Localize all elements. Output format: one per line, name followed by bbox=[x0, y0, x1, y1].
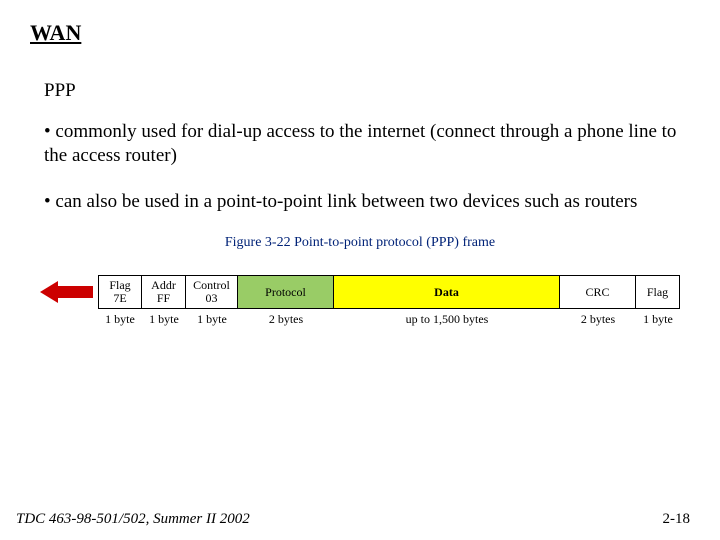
footer-left: TDC 463-98-501/502, Summer II 2002 bbox=[16, 511, 250, 528]
field-data: Data bbox=[334, 275, 560, 309]
field-value: 7E bbox=[113, 292, 126, 305]
field-size: 1 byte bbox=[186, 309, 238, 327]
field-size: 1 byte bbox=[98, 309, 142, 327]
field-flag-end: Flag bbox=[636, 275, 680, 309]
field-crc: CRC bbox=[560, 275, 636, 309]
slide-subtitle: PPP bbox=[44, 80, 690, 102]
field-size: 2 bytes bbox=[560, 309, 636, 327]
field-control: Control 03 bbox=[186, 275, 238, 309]
field-flag: Flag 7E bbox=[98, 275, 142, 309]
field-size: 2 bytes bbox=[238, 309, 334, 327]
field-size: 1 byte bbox=[142, 309, 186, 327]
field-size: 1 byte bbox=[636, 309, 680, 327]
field-label: Protocol bbox=[265, 286, 306, 299]
bullet-2: • can also be used in a point-to-point l… bbox=[44, 190, 684, 214]
slide-title: WAN bbox=[30, 20, 690, 46]
figure-caption: Figure 3-22 Point-to-point protocol (PPP… bbox=[30, 235, 690, 251]
ppp-frame-figure: Flag 7E 1 byte Addr FF 1 byte Control 03 bbox=[30, 275, 690, 327]
field-size: up to 1,500 bytes bbox=[334, 309, 560, 327]
field-label: Data bbox=[434, 286, 459, 299]
footer-right: 2-18 bbox=[663, 511, 691, 528]
bullet-1: • commonly used for dial-up access to th… bbox=[44, 120, 684, 168]
field-addr: Addr FF bbox=[142, 275, 186, 309]
field-label: Flag bbox=[647, 286, 668, 299]
field-value: FF bbox=[157, 292, 170, 305]
field-protocol: Protocol bbox=[238, 275, 334, 309]
field-label: CRC bbox=[585, 286, 609, 299]
field-value: 03 bbox=[206, 292, 218, 305]
